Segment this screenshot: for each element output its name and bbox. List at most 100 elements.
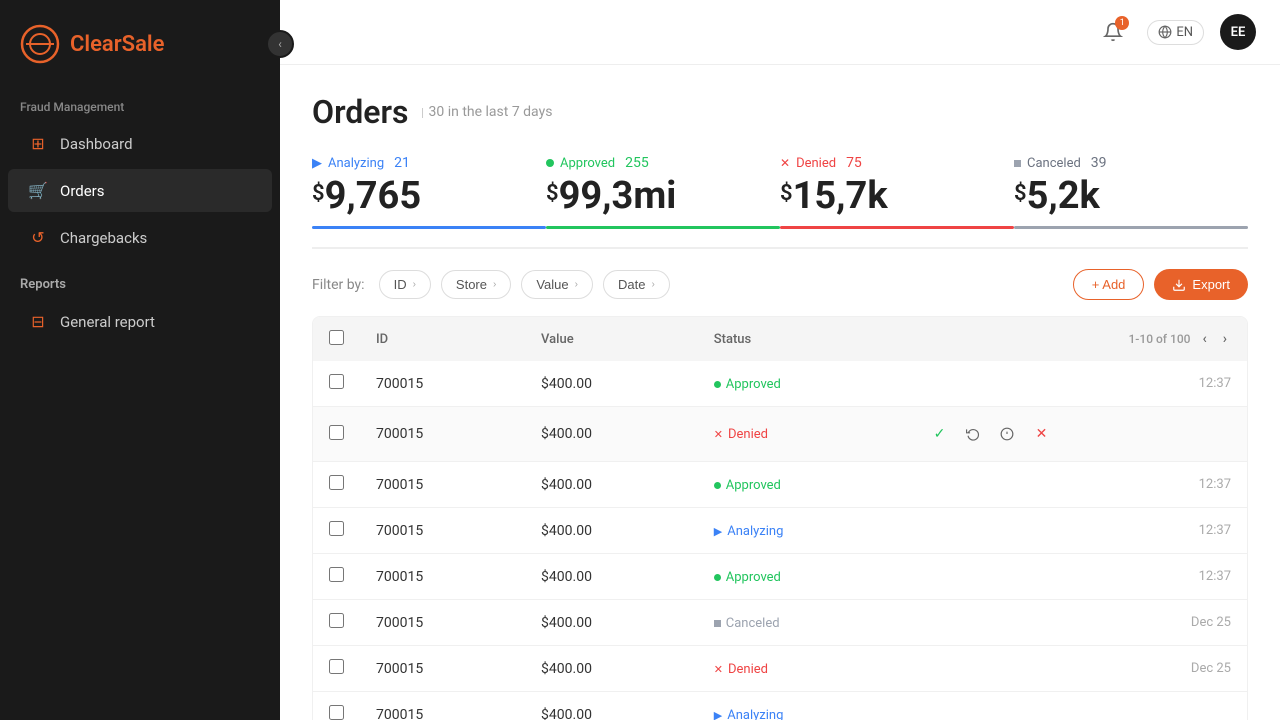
approved-status-dot — [714, 482, 721, 489]
row-value: $400.00 — [525, 407, 698, 462]
export-icon — [1172, 278, 1186, 292]
table-row: 700015 $400.00 ✕ Denied ✓ — [313, 407, 1247, 462]
row-value: $400.00 — [525, 692, 698, 720]
denied-status-cross: ✕ — [714, 428, 723, 441]
row-checkbox[interactable] — [329, 705, 344, 720]
row-value: $400.00 — [525, 646, 698, 692]
denied-bar — [780, 226, 1014, 229]
row-checkbox[interactable] — [329, 425, 344, 440]
row-status: ▶ Analyzing — [698, 508, 910, 554]
table-row: 700015 $400.00 ✕ Denied Dec 25 — [313, 646, 1247, 692]
info-action-button[interactable] — [993, 420, 1021, 448]
row-checkbox[interactable] — [329, 613, 344, 628]
status-badge-approved: Approved — [714, 570, 781, 585]
row-status: ✕ Denied — [698, 407, 910, 462]
status-badge-approved: Approved — [714, 478, 781, 493]
add-button[interactable]: + Add — [1073, 269, 1145, 300]
row-id: 700015 — [360, 361, 525, 407]
row-checkbox[interactable] — [329, 659, 344, 674]
close-action-button[interactable]: ✕ — [1027, 420, 1055, 448]
info-icon — [1000, 427, 1014, 441]
table-row: 700015 $400.00 Approved 12:37 — [313, 361, 1247, 407]
stat-approved: Approved 255 $99,3mi — [546, 155, 780, 227]
status-badge-analyzing: ▶ Analyzing — [714, 708, 784, 720]
canceled-status-square — [714, 620, 721, 627]
pagination-prev-button[interactable]: ‹ — [1198, 329, 1210, 349]
pagination-info: 1-10 of 100 ‹ › — [925, 329, 1231, 349]
reports-section-label: Reports — [0, 261, 280, 298]
row-id: 700015 — [360, 692, 525, 720]
sidebar-item-orders[interactable]: 🛒 Orders — [8, 169, 272, 212]
select-all-header — [313, 317, 360, 361]
filter-store-button[interactable]: Store › — [441, 270, 511, 299]
language-selector[interactable]: EN — [1147, 20, 1204, 45]
row-checkbox[interactable] — [329, 475, 344, 490]
denied-cross-icon: ✕ — [780, 156, 790, 170]
approved-value: $99,3mi — [546, 177, 760, 215]
sidebar-item-chargebacks-label: Chargebacks — [60, 229, 147, 247]
row-time: Dec 25 — [909, 646, 1247, 692]
approved-label: Approved — [560, 156, 615, 171]
analyzing-arrow-icon: ▶ — [312, 156, 322, 171]
row-checkbox[interactable] — [329, 521, 344, 536]
row-status: Approved — [698, 361, 910, 407]
analyzing-status-arrow: ▶ — [714, 525, 722, 538]
notification-badge: 1 — [1115, 16, 1129, 30]
row-id: 700015 — [360, 600, 525, 646]
orders-icon: 🛒 — [28, 181, 48, 200]
row-value: $400.00 — [525, 554, 698, 600]
table-row: 700015 $400.00 ▶ Analyzing — [313, 692, 1247, 720]
denied-count: 75 — [846, 155, 862, 171]
filter-date-button[interactable]: Date › — [603, 270, 670, 299]
user-avatar[interactable]: EE — [1220, 14, 1256, 50]
row-time: Dec 25 — [909, 600, 1247, 646]
sidebar-item-general-report[interactable]: ⊟ General report — [8, 300, 272, 343]
row-status: Canceled — [698, 600, 910, 646]
row-checkbox-cell — [313, 361, 360, 407]
globe-icon — [1158, 25, 1172, 39]
row-checkbox[interactable] — [329, 567, 344, 582]
row-status: Approved — [698, 462, 910, 508]
filter-value-button[interactable]: Value › — [521, 270, 593, 299]
page-content: Orders 30 in the last 7 days ▶ Analyzing… — [280, 65, 1280, 720]
logo-text: ClearSale — [70, 32, 164, 57]
row-id: 700015 — [360, 508, 525, 554]
sidebar-item-chargebacks[interactable]: ↺ Chargebacks — [8, 216, 272, 259]
stat-denied: ✕ Denied 75 $15,7k — [780, 155, 1014, 227]
pagination-text: 1-10 of 100 — [1128, 332, 1190, 346]
filter-id-button[interactable]: ID › — [379, 270, 431, 299]
analyzing-status-arrow: ▶ — [714, 709, 722, 720]
main-content: 1 EN EE Orders 30 in the last 7 days — [280, 0, 1280, 720]
row-status: ✕ Denied — [698, 646, 910, 692]
sidebar-item-dashboard[interactable]: ⊞ Dashboard — [8, 122, 272, 165]
page-title: Orders — [312, 93, 408, 131]
sidebar-collapse-button[interactable]: ‹ — [266, 30, 294, 58]
row-id: 700015 — [360, 462, 525, 508]
stat-canceled: Canceled 39 $5,2k — [1014, 155, 1248, 227]
row-checkbox[interactable] — [329, 374, 344, 389]
denied-label: Denied — [796, 156, 836, 171]
page-header: Orders 30 in the last 7 days — [312, 93, 1248, 131]
row-time: 12:37 — [909, 361, 1247, 407]
page-subtitle: 30 in the last 7 days — [420, 102, 552, 123]
export-button-label: Export — [1192, 277, 1230, 292]
orders-table: ID Value Status 1-10 of 100 ‹ › — [312, 316, 1248, 720]
row-checkbox-cell — [313, 646, 360, 692]
pagination-next-button[interactable]: › — [1219, 329, 1231, 349]
retry-action-button[interactable] — [959, 420, 987, 448]
notification-button[interactable]: 1 — [1095, 14, 1131, 50]
status-badge-canceled: Canceled — [714, 616, 780, 631]
approve-action-button[interactable]: ✓ — [925, 420, 953, 448]
sidebar-item-general-report-label: General report — [60, 313, 155, 331]
row-checkbox-cell — [313, 508, 360, 554]
avatar-initials: EE — [1231, 25, 1246, 40]
table-header-row: ID Value Status 1-10 of 100 ‹ › — [313, 317, 1247, 361]
column-status-header: Status — [698, 317, 910, 361]
status-badge-analyzing: ▶ Analyzing — [714, 524, 784, 539]
select-all-checkbox[interactable] — [329, 330, 344, 345]
analyzing-count: 21 — [394, 155, 410, 171]
row-value: $400.00 — [525, 600, 698, 646]
sidebar-item-orders-label: Orders — [60, 182, 105, 200]
analyzing-value: $9,765 — [312, 177, 526, 215]
export-button[interactable]: Export — [1154, 269, 1248, 300]
